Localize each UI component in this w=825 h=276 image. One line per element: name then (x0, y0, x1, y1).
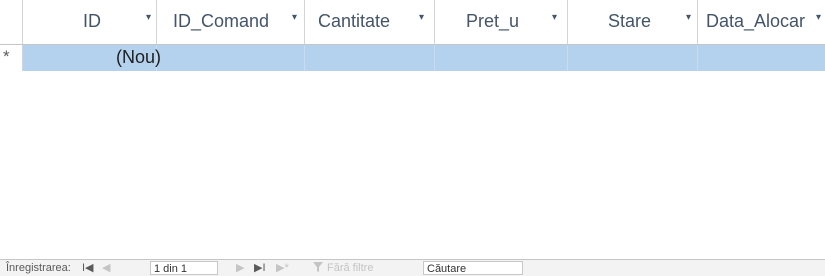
cell-cantitate[interactable] (305, 45, 435, 71)
new-record-placeholder: (Nou) (116, 47, 162, 67)
cell-data-alocare[interactable] (698, 45, 825, 71)
datasheet-view: ID ▾ ID_Comand ▾ Cantitate ▾ Pret_u ▾ St… (0, 0, 825, 276)
new-record-row[interactable]: * (Nou) (0, 45, 825, 71)
sort-dropdown-icon[interactable]: ▾ (419, 12, 424, 23)
cell-pret-u[interactable] (435, 45, 568, 71)
new-record-button[interactable]: ▶* (276, 261, 289, 274)
column-header-id-comand[interactable]: ID_Comand ▾ (157, 0, 305, 44)
cell-id-comand[interactable] (157, 45, 305, 71)
first-record-button[interactable]: I◀ (82, 261, 94, 274)
column-label: Stare (608, 11, 652, 31)
column-header-pret-u[interactable]: Pret_u ▾ (435, 0, 568, 44)
column-header-row: ID ▾ ID_Comand ▾ Cantitate ▾ Pret_u ▾ St… (0, 0, 825, 45)
sort-dropdown-icon[interactable]: ▾ (292, 12, 297, 23)
record-label: Înregistrarea: (6, 262, 71, 274)
column-label: ID_Comand (173, 11, 270, 31)
filter-status-button[interactable]: Fără filtre (327, 262, 373, 274)
sort-dropdown-icon[interactable]: ▾ (816, 12, 821, 23)
column-header-id[interactable]: ID ▾ (22, 0, 157, 44)
cell-stare[interactable] (568, 45, 698, 71)
search-input[interactable]: Căutare (423, 261, 523, 275)
sort-dropdown-icon[interactable]: ▾ (552, 12, 557, 23)
column-header-data-alocare[interactable]: Data_Alocar ▾ (698, 0, 825, 44)
previous-record-button[interactable]: ◀ (102, 261, 110, 274)
current-record-field[interactable]: 1 din 1 (150, 261, 218, 275)
column-header-cantitate[interactable]: Cantitate ▾ (305, 0, 435, 44)
sort-dropdown-icon[interactable]: ▾ (686, 12, 691, 23)
cell-id[interactable]: (Nou) (22, 45, 161, 71)
last-record-button[interactable]: ▶I (254, 261, 266, 274)
column-label: Pret_u (466, 11, 520, 31)
record-selector[interactable]: * (0, 45, 23, 71)
next-record-button[interactable]: ▶ (236, 261, 244, 274)
record-navigation-bar: Înregistrarea: I◀ ◀ 1 din 1 ▶ ▶I ▶* Fără… (0, 259, 825, 276)
column-label: Data_Alocar (706, 11, 806, 31)
column-label: Cantitate (318, 11, 391, 31)
new-record-marker: * (3, 47, 10, 66)
search-placeholder: Căutare (427, 263, 467, 275)
column-label: ID (83, 11, 101, 31)
current-record-value: 1 din 1 (154, 263, 188, 275)
sort-dropdown-icon[interactable]: ▾ (146, 12, 151, 23)
column-header-stare[interactable]: Stare ▾ (568, 0, 698, 44)
filter-icon (313, 262, 323, 272)
select-all-corner[interactable] (0, 0, 23, 44)
